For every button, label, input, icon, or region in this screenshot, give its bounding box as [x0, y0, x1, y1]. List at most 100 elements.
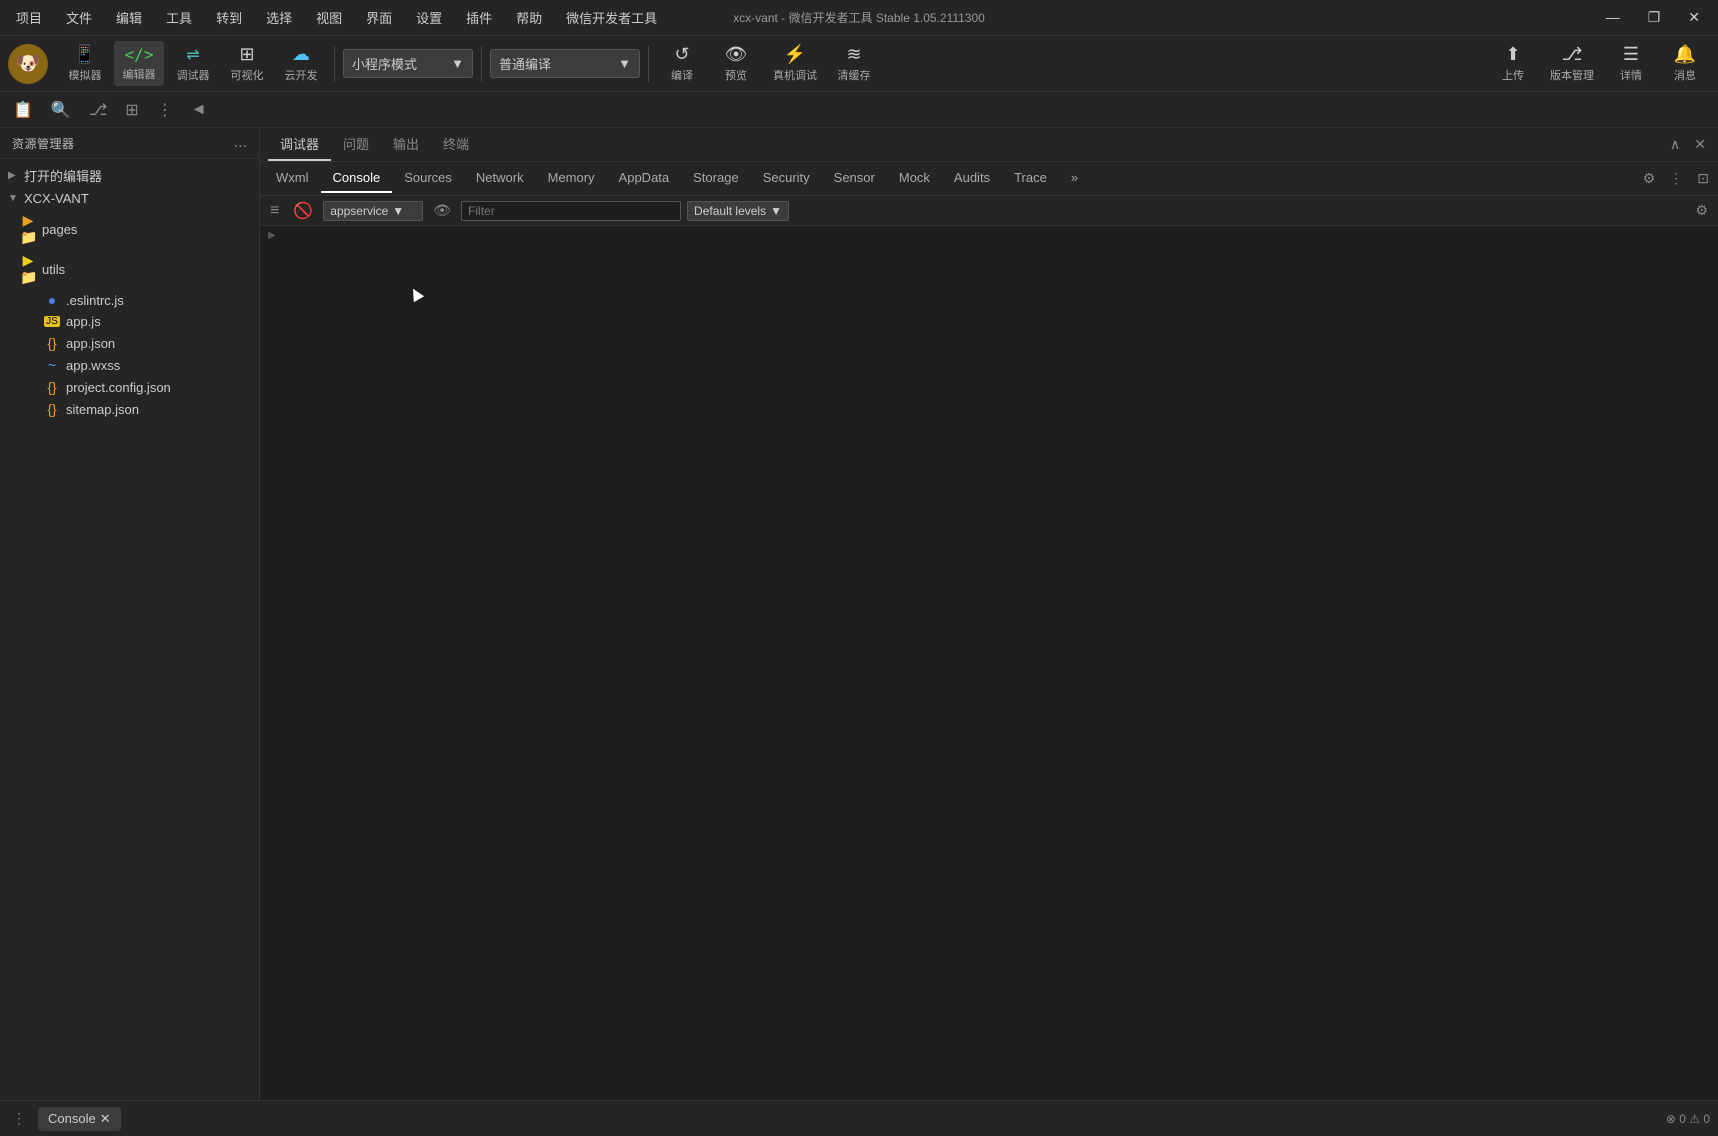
devtools-tab-console[interactable]: Console — [321, 164, 393, 193]
compile-value: 普通编译 — [499, 54, 551, 73]
section-open-editors[interactable]: ▶ 打开的编辑器 — [0, 163, 259, 188]
tree-item-app-wxss[interactable]: ~ app.wxss — [0, 354, 259, 376]
menu-settings[interactable]: 设置 — [412, 6, 446, 29]
sidebar-more-button[interactable]: ... — [234, 134, 247, 152]
visual-tool[interactable]: ⊞ 可视化 — [222, 40, 272, 87]
json-icon-3: {} — [44, 401, 60, 417]
tree-item-utils[interactable]: ▶ 📁 utils — [0, 249, 259, 289]
section-xcx-vant[interactable]: ▼ XCX-VANT — [0, 188, 259, 209]
appservice-value: appservice — [330, 204, 388, 218]
menu-wechat-devtools[interactable]: 微信开发者工具 — [562, 6, 661, 29]
real-debug-icon: ⚡ — [784, 44, 806, 65]
console-tab-item[interactable]: Console ✕ — [38, 1107, 121, 1131]
devtools-tab-memory[interactable]: Memory — [536, 164, 607, 193]
menu-edit[interactable]: 编辑 — [112, 6, 146, 29]
devtools-tab-security[interactable]: Security — [751, 164, 822, 193]
compile-icon: ↺ — [674, 44, 689, 65]
console-prompt-line[interactable] — [268, 230, 1710, 241]
compile-selector[interactable]: 普通编译 ▼ — [490, 49, 640, 78]
menu-interface[interactable]: 界面 — [362, 6, 396, 29]
menu-view[interactable]: 视图 — [312, 6, 346, 29]
iconbar-branch[interactable]: ⎇ — [84, 97, 112, 123]
window-controls: — ❐ ✕ — [1600, 7, 1706, 28]
version-label: 版本管理 — [1550, 67, 1594, 83]
sidebar-title: 资源管理器 — [12, 135, 75, 152]
notification-button[interactable]: 🔔 消息 — [1660, 40, 1710, 87]
filter-input[interactable] — [461, 201, 681, 221]
iconbar-grid[interactable]: ⊞ — [120, 97, 143, 123]
panel-expand-button[interactable]: ∧ — [1666, 134, 1684, 155]
menu-tool[interactable]: 工具 — [162, 6, 196, 29]
icon-bar: 📋 🔍 ⎇ ⊞ ⋮ ◄ — [0, 92, 1718, 128]
tree-item-sitemap[interactable]: {} sitemap.json — [0, 398, 259, 420]
menu-help[interactable]: 帮助 — [512, 6, 546, 29]
level-selector[interactable]: Default levels ▼ — [687, 201, 789, 221]
status-more-button[interactable]: ⋮ — [8, 1108, 30, 1129]
devtools-tab-sources[interactable]: Sources — [392, 164, 464, 193]
tab-output[interactable]: 输出 — [381, 128, 431, 161]
toolbar-right: ⬆ 上传 ⎇ 版本管理 ☰ 详情 🔔 消息 — [1488, 40, 1710, 87]
detail-button[interactable]: ☰ 详情 — [1606, 40, 1656, 87]
panel-close-button[interactable]: ✕ — [1690, 134, 1710, 155]
cloud-tool[interactable]: ☁ 云开发 — [276, 40, 326, 87]
menu-plugin[interactable]: 插件 — [462, 6, 496, 29]
folder-icon-pages: ▶ 📁 — [20, 212, 36, 246]
devtools-tab-network[interactable]: Network — [464, 164, 536, 193]
devtools-tab-mock[interactable]: Mock — [887, 164, 942, 193]
simulator-tool[interactable]: 📱 模拟器 — [60, 40, 110, 87]
minimize-button[interactable]: — — [1600, 7, 1626, 28]
console-settings-button[interactable]: ⚙ — [1691, 200, 1712, 220]
iconbar-back[interactable]: ◄ — [186, 98, 212, 122]
upload-button[interactable]: ⬆ 上传 — [1488, 40, 1538, 87]
console-toolbar-right: ⚙ — [1691, 202, 1712, 219]
devtools-tab-sensor[interactable]: Sensor — [822, 164, 887, 193]
tree-item-app-json[interactable]: {} app.json — [0, 332, 259, 354]
editor-icon: </> — [125, 45, 154, 64]
tree-item-eslintrc[interactable]: ● .eslintrc.js — [0, 289, 259, 311]
devtools-expand-button[interactable]: ⊡ — [1692, 168, 1714, 189]
console-sidebar-toggle[interactable]: ≡ — [266, 200, 283, 222]
simulator-label: 模拟器 — [69, 67, 102, 83]
menu-project[interactable]: 项目 — [12, 6, 46, 29]
devtools-tab-storage[interactable]: Storage — [681, 164, 751, 193]
console-toolbar: ≡ 🚫 appservice ▼ 👁 Default levels ▼ ⚙ — [260, 196, 1718, 226]
tree-item-pages[interactable]: ▶ 📁 pages — [0, 209, 259, 249]
version-button[interactable]: ⎇ 版本管理 — [1542, 40, 1602, 87]
appservice-selector[interactable]: appservice ▼ — [323, 201, 423, 221]
debugger-icon: ⇌ — [186, 45, 199, 65]
compile-button[interactable]: ↺ 编译 — [657, 40, 707, 87]
menu-goto[interactable]: 转到 — [212, 6, 246, 29]
mode-selector[interactable]: 小程序模式 ▼ — [343, 49, 473, 78]
debugger-tool[interactable]: ⇌ 调试器 — [168, 41, 218, 87]
devtools-more-button[interactable]: ⋮ — [1664, 168, 1688, 189]
tree-item-app-js[interactable]: JS app.js — [0, 311, 259, 332]
console-tab-close[interactable]: ✕ — [100, 1111, 111, 1127]
preview-button[interactable]: 👁 预览 — [711, 40, 761, 87]
pages-label: pages — [42, 222, 77, 237]
console-clear-button[interactable]: 🚫 — [289, 199, 317, 223]
console-eye-button[interactable]: 👁 — [429, 200, 455, 221]
title-bar: 项目 文件 编辑 工具 转到 选择 视图 界面 设置 插件 帮助 微信开发者工具… — [0, 0, 1718, 36]
iconbar-copy[interactable]: 📋 — [8, 97, 38, 123]
editor-tool[interactable]: </> 编辑器 — [114, 41, 164, 86]
devtools-tab-appdata[interactable]: AppData — [607, 164, 682, 193]
tab-terminal[interactable]: 终端 — [431, 128, 481, 161]
tab-issue[interactable]: 问题 — [331, 128, 381, 161]
real-debug-button[interactable]: ⚡ 真机调试 — [765, 40, 825, 87]
close-button[interactable]: ✕ — [1682, 7, 1706, 28]
tab-debugger[interactable]: 调试器 — [268, 128, 331, 161]
devtools-settings-button[interactable]: ⚙ — [1638, 168, 1661, 189]
iconbar-search[interactable]: 🔍 — [46, 97, 76, 123]
tree-item-project-config[interactable]: {} project.config.json — [0, 376, 259, 398]
menu-select[interactable]: 选择 — [262, 6, 296, 29]
devtools-tab-more[interactable]: » — [1059, 164, 1090, 193]
mode-value: 小程序模式 — [352, 54, 417, 73]
menu-file[interactable]: 文件 — [62, 6, 96, 29]
clear-cache-button[interactable]: ≋ 清缓存 — [829, 40, 879, 87]
folder-icon-utils: ▶ 📁 — [20, 252, 36, 286]
maximize-button[interactable]: ❐ — [1642, 7, 1667, 28]
devtools-tab-audits[interactable]: Audits — [942, 164, 1002, 193]
iconbar-dots[interactable]: ⋮ — [152, 97, 178, 123]
devtools-tab-trace[interactable]: Trace — [1002, 164, 1059, 193]
devtools-tab-wxml[interactable]: Wxml — [264, 164, 321, 193]
